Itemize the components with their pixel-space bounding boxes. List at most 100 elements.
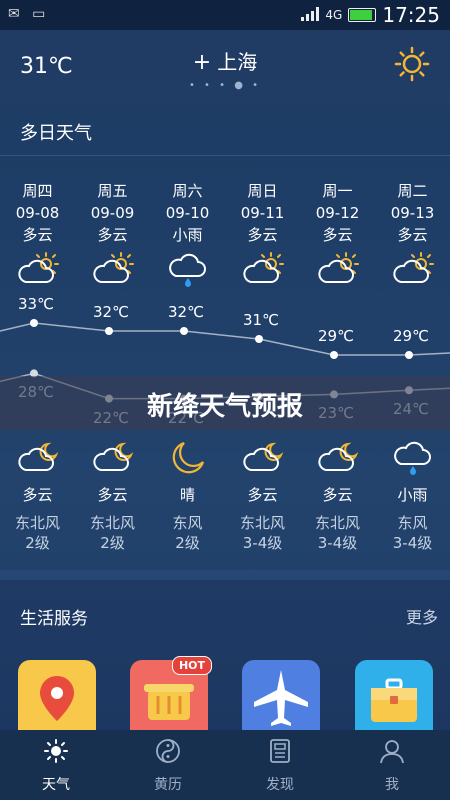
forecast-day-column[interactable]: 周四 09-08 多云 [0,180,75,294]
light-rain-icon [391,441,435,480]
high-temp-point [255,335,263,343]
partly-cloudy-night-icon [91,442,135,480]
shopping-service-button[interactable]: HOT [130,656,212,732]
partly-cloudy-night-icon [241,442,285,480]
tab-weather[interactable]: 天气 [0,738,112,794]
forecast-title: 多日天气 [20,123,92,144]
sun-icon [44,739,68,763]
high-temp-line [0,322,450,356]
night-weather-label: 小雨 [397,486,428,504]
forecast-night-column[interactable]: 晴东风 2级 [150,440,225,553]
briefcase-service-button[interactable] [355,660,433,732]
light-rain-icon [150,252,225,294]
map-pin-icon [40,676,74,721]
date-label: 09-08 [15,204,60,222]
high-temp-label: 33℃ [18,295,54,313]
tab-discover[interactable]: 发现 [224,738,336,794]
night-weather-label: 晴 [179,486,195,504]
night-weather-label: 多云 [97,486,128,504]
weekday-label: 周五 [97,182,128,200]
life-services-title: 生活服务 [20,609,88,629]
weekday-label: 周四 [22,182,53,200]
add-city-icon[interactable]: + [193,50,211,75]
forecast-night-column[interactable]: 多云东北风 2级 [75,440,150,553]
weekday-label: 周二 [397,182,428,200]
user-icon [380,740,404,764]
wind-direction-label: 东北风 [239,514,285,532]
day-weather-label: 多云 [322,226,353,244]
date-label: 09-09 [90,204,135,222]
partly-cloudy-night-icon [16,442,60,480]
night-weather-label: 多云 [322,486,353,504]
wind-level-label: 2级 [100,534,125,552]
weekday-label: 周六 [172,182,203,200]
forecast-night-column[interactable]: 多云东北风 2级 [0,440,75,553]
high-temp-point [105,327,113,335]
day-weather-label: 多云 [22,226,53,244]
date-label: 09-10 [165,204,210,222]
forecast-night-column[interactable]: 多云东北风 3-4级 [300,440,375,553]
wind-direction-label: 东风 [172,514,203,532]
wind-direction-label: 东北风 [14,514,60,532]
wind-level-label: 2级 [25,534,50,552]
tab-label: 天气 [42,777,70,793]
forecast-day-column[interactable]: 周日 09-11 多云 [225,180,300,294]
more-link[interactable]: 更多 [406,604,438,628]
weekday-label: 周日 [247,182,278,200]
forecast-day-column[interactable]: 周二 09-13 多云 [375,180,450,294]
flight-service-button[interactable] [242,660,320,732]
date-label: 09-12 [315,204,360,222]
banner-title: 新绛天气预报 [146,392,303,422]
city-selector[interactable]: + 上海 [0,46,450,75]
partly-cloudy-day-icon [225,252,300,294]
high-temp-point [30,319,38,327]
notification-icons: ✉ ▭ [8,6,50,22]
battery-icon [348,8,377,22]
weekday-label: 周一 [322,182,353,200]
city-name: 上海 [217,50,258,74]
date-label: 09-13 [390,204,435,222]
forecast-day-column[interactable]: 周六 09-10 小雨 [150,180,225,294]
network-label: 4G [325,8,343,22]
wind-level-label: 3-4级 [242,534,283,552]
news-icon [270,739,290,763]
wind-direction-label: 东北风 [314,514,360,532]
high-temp-point [180,327,188,335]
status-bar: ✉ ▭ 4G 17:25 [0,0,450,30]
high-temp-label: 32℃ [168,303,204,321]
tab-label: 我 [385,777,399,793]
partly-cloudy-night-icon [316,442,360,480]
partly-cloudy-day-icon [75,252,150,294]
forecast-night-column[interactable]: 小雨 东风 3-4级 [375,440,450,553]
day-weather-label: 多云 [247,226,278,244]
wind-level-label: 3-4级 [392,534,433,552]
forecast-night-column[interactable]: 多云东北风 3-4级 [225,440,300,553]
high-temp-label: 29℃ [318,327,354,345]
night-weather-label: 多云 [22,486,53,504]
hot-badge: HOT [171,656,212,675]
night-weather-label: 多云 [247,486,278,504]
sun-theme-icon[interactable] [394,46,430,86]
high-temp-label: 29℃ [393,327,429,345]
forecast-day-column[interactable]: 周一 09-12 多云 [300,180,375,294]
partly-cloudy-day-icon [0,252,75,294]
high-temp-point [405,351,413,359]
date-label: 09-11 [240,204,285,222]
day-weather-label: 多云 [97,226,128,244]
life-services-section: 生活服务 更多 HOT [0,580,450,732]
page-indicator: • • • ● • [188,80,262,91]
tab-me[interactable]: 我 [336,738,448,794]
banner: 新绛天气预报 [0,376,450,430]
map-service-button[interactable] [18,660,96,732]
yin-yang-icon [156,739,180,763]
partly-cloudy-day-icon [375,252,450,294]
tab-almanac[interactable]: 黄历 [112,738,224,794]
header: 31℃ + 上海 • • • ● • [0,30,450,102]
briefcase-icon [371,678,417,722]
wind-level-label: 3-4级 [317,534,358,552]
high-temp-label: 32℃ [93,303,129,321]
airplane-icon [254,670,308,726]
forecast-day-column[interactable]: 周五 09-09 多云 [75,180,150,294]
wind-direction-label: 东北风 [89,514,135,532]
high-temp-label: 31℃ [243,311,279,329]
